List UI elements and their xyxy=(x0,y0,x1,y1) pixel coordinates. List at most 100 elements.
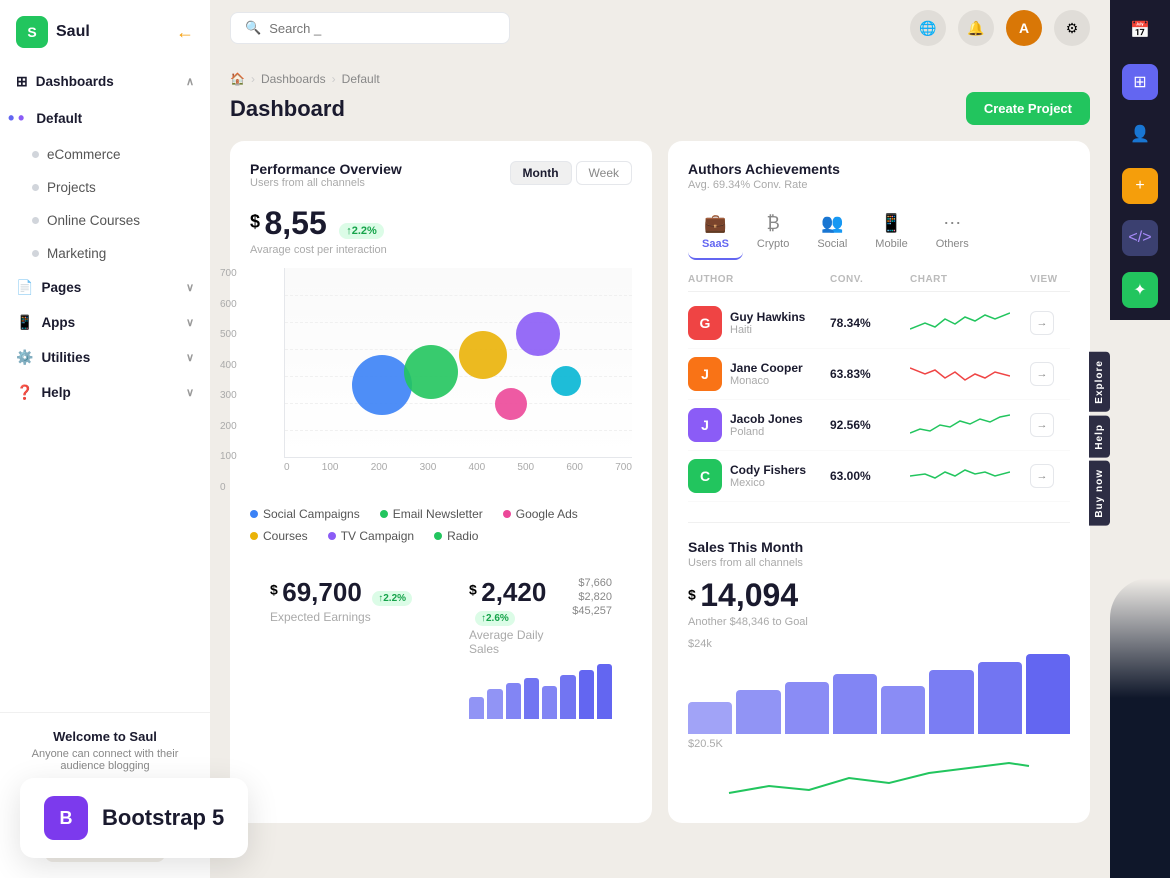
sidebar-item-help[interactable]: ❓ Help ∨ xyxy=(0,375,210,410)
legend-radio: Radio xyxy=(434,529,478,543)
ecommerce-label: eCommerce xyxy=(47,147,194,162)
content-grid: Performance Overview Users from all chan… xyxy=(230,141,1090,823)
metric-badge: ↑2.2% xyxy=(339,223,384,239)
legend-social: Social Campaigns xyxy=(250,507,360,521)
perf-sub: Users from all channels xyxy=(250,177,402,189)
rp-profile-icon[interactable]: 👤 xyxy=(1122,116,1158,152)
sidebar-item-apps[interactable]: 📱 Apps ∨ xyxy=(0,305,210,340)
mobile-icon: 📱 xyxy=(880,213,902,234)
sidebar-item-projects[interactable]: Projects xyxy=(0,171,210,204)
online-courses-dot xyxy=(32,217,39,224)
author-name-2: Jane Cooper xyxy=(730,361,803,375)
social-label: Social xyxy=(817,238,847,250)
topbar-globe-icon[interactable]: 🌐 xyxy=(910,10,946,46)
crypto-label: Crypto xyxy=(757,238,789,250)
social-icon: 👥 xyxy=(821,213,843,234)
others-icon: ⋯ xyxy=(943,213,961,234)
cat-tab-others[interactable]: ⋯ Others xyxy=(922,205,983,260)
breadcrumb-dashboards[interactable]: Dashboards xyxy=(261,72,326,86)
table-row: J Jacob Jones Poland 92.56% xyxy=(688,400,1070,451)
tab-week[interactable]: Week xyxy=(576,161,632,185)
bubble-google xyxy=(495,388,527,420)
sidebar-item-dashboards[interactable]: ⊞ Dashboards ∧ xyxy=(0,64,210,99)
crypto-icon: ₿ xyxy=(766,213,779,234)
create-project-button[interactable]: Create Project xyxy=(966,92,1090,125)
perf-header: Performance Overview Users from all chan… xyxy=(250,161,632,201)
bubble-email xyxy=(404,345,458,399)
sidebar-item-utilities[interactable]: ⚙️ Utilities ∨ xyxy=(0,340,210,375)
others-label: Others xyxy=(936,238,969,250)
help-label: Help xyxy=(41,385,178,400)
topbar: 🔍 🌐 🔔 A ⚙ xyxy=(210,0,1110,56)
sales-bar-6 xyxy=(929,670,973,734)
author-info-4: C Cody Fishers Mexico xyxy=(688,459,830,493)
arrow-btn-4[interactable]: → xyxy=(1030,464,1054,488)
saas-icon: 💼 xyxy=(704,213,726,234)
avatar-4: C xyxy=(688,459,722,493)
sidebar-item-pages[interactable]: 📄 Pages ∨ xyxy=(0,270,210,305)
rp-code-icon[interactable]: </> xyxy=(1122,220,1158,256)
stat-earnings-label: Expected Earnings xyxy=(270,610,413,624)
authors-title: Authors Achievements xyxy=(688,161,1070,177)
stat-daily-badge: ↑2.6% xyxy=(475,611,515,626)
tab-group: Month Week xyxy=(510,161,632,185)
table-row: C Cody Fishers Mexico 63.00% xyxy=(688,451,1070,502)
arrow-btn-3[interactable]: → xyxy=(1030,413,1054,437)
arrow-btn-2[interactable]: → xyxy=(1030,362,1054,386)
projects-dot xyxy=(32,184,39,191)
author-country-3: Poland xyxy=(730,426,803,438)
rp-add-icon[interactable]: + xyxy=(1122,168,1158,204)
chart-legend: Social Campaigns Email Newsletter Google… xyxy=(250,507,632,543)
legend-label-social: Social Campaigns xyxy=(263,507,360,521)
author-conv-2: 63.83% xyxy=(830,367,910,381)
nav-section: ⊞ Dashboards ∧ • Default eCommerce Proje… xyxy=(0,60,210,414)
stat-daily: $ 2,420 ↑2.6% Average Daily Sales $7,660 xyxy=(449,559,632,737)
arrow-btn-1[interactable]: → xyxy=(1030,311,1054,335)
author-name-1: Guy Hawkins xyxy=(730,310,805,324)
sales-y-label-1: $24k xyxy=(688,638,712,650)
search-icon: 🔍 xyxy=(245,20,261,36)
sidebar-item-default[interactable]: • Default xyxy=(0,99,210,138)
bar-7 xyxy=(579,670,594,720)
topbar-avatar[interactable]: A xyxy=(1006,10,1042,46)
explore-label[interactable]: Explore xyxy=(1089,352,1110,412)
authors-sub: Avg. 69.34% Conv. Rate xyxy=(688,179,1070,191)
app-name: Saul xyxy=(56,23,90,41)
search-box[interactable]: 🔍 xyxy=(230,12,510,44)
perf-title: Performance Overview xyxy=(250,161,402,177)
mobile-label: Mobile xyxy=(875,238,907,250)
cat-tab-social[interactable]: 👥 Social xyxy=(803,205,861,260)
author-country-4: Mexico xyxy=(730,477,806,489)
legend-label-email: Email Newsletter xyxy=(393,507,483,521)
page-title: Dashboard xyxy=(230,96,345,122)
welcome-subtitle: Anyone can connect with their audience b… xyxy=(16,748,194,772)
sidebar-item-online-courses[interactable]: Online Courses xyxy=(0,204,210,237)
cat-tab-crypto[interactable]: ₿ Crypto xyxy=(743,205,803,260)
sales-line-chart xyxy=(688,758,1070,798)
sales-bar-3 xyxy=(785,682,829,734)
sidebar-item-ecommerce[interactable]: eCommerce xyxy=(0,138,210,171)
header-chart: CHART xyxy=(910,274,1030,285)
sidebar-logo: S Saul ← xyxy=(0,0,210,60)
amount-3: $45,257 xyxy=(572,605,612,617)
search-input[interactable] xyxy=(269,21,495,36)
table-row: G Guy Hawkins Haiti 78.34% xyxy=(688,298,1070,349)
help-label[interactable]: Help xyxy=(1089,416,1110,458)
rp-star-icon[interactable]: ✦ xyxy=(1122,272,1158,308)
sales-section: Sales This Month Users from all channels… xyxy=(688,522,1070,803)
sidebar-item-marketing[interactable]: Marketing xyxy=(0,237,210,270)
topbar-settings-icon[interactable]: ⚙ xyxy=(1054,10,1090,46)
x-axis-labels: 0100200300400500600700 xyxy=(284,458,632,473)
rp-grid-icon[interactable]: ⊞ xyxy=(1122,64,1158,100)
breadcrumb-home[interactable]: 🏠 xyxy=(230,72,245,86)
tab-month[interactable]: Month xyxy=(510,161,572,185)
topbar-bell-icon[interactable]: 🔔 xyxy=(958,10,994,46)
buynow-label[interactable]: Buy now xyxy=(1089,461,1110,526)
cat-tab-mobile[interactable]: 📱 Mobile xyxy=(861,205,921,260)
cat-tab-saas[interactable]: 💼 SaaS xyxy=(688,205,743,260)
legend-courses: Courses xyxy=(250,529,308,543)
bubble-radio xyxy=(551,366,581,396)
back-icon[interactable]: ← xyxy=(176,22,194,43)
header-author: AUTHOR xyxy=(688,274,830,285)
rp-calendar-icon[interactable]: 📅 xyxy=(1122,12,1158,48)
